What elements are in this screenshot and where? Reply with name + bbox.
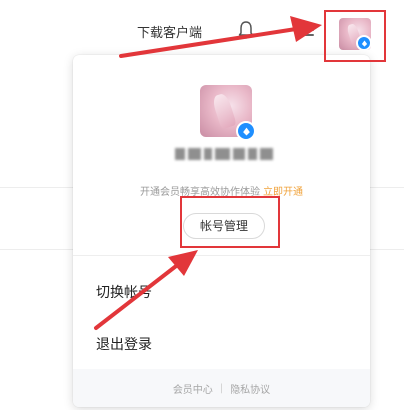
member-center-link[interactable]: 会员中心 (173, 381, 213, 396)
switch-account-item[interactable]: 切换帐号 (96, 282, 152, 302)
promo-text: 开通会员畅享高效协作体验 (140, 187, 260, 198)
bell-icon[interactable] (237, 20, 255, 40)
top-bar: 下载客户端 (0, 0, 404, 62)
privacy-link[interactable]: 隐私协议 (230, 381, 270, 396)
member-promo: 开通会员畅享高效协作体验 立即开通 (73, 183, 370, 198)
footer-separator: | (219, 382, 224, 394)
user-avatar[interactable] (339, 18, 371, 50)
account-panel: 开通会员畅享高效协作体验 立即开通 帐号管理 切换帐号 退出登录 会员中心 | 隐… (73, 55, 370, 407)
username-redacted (175, 144, 273, 164)
panel-avatar (200, 85, 256, 141)
member-badge-icon (356, 35, 371, 50)
menu-icon[interactable] (298, 24, 314, 38)
member-badge-icon (236, 121, 256, 141)
promo-link[interactable]: 立即开通 (263, 187, 303, 198)
panel-footer: 会员中心 | 隐私协议 (73, 369, 370, 407)
download-client-link[interactable]: 下载客户端 (137, 22, 202, 41)
logout-item[interactable]: 退出登录 (96, 334, 152, 354)
panel-divider (73, 255, 370, 256)
account-manage-button[interactable]: 帐号管理 (183, 213, 265, 239)
